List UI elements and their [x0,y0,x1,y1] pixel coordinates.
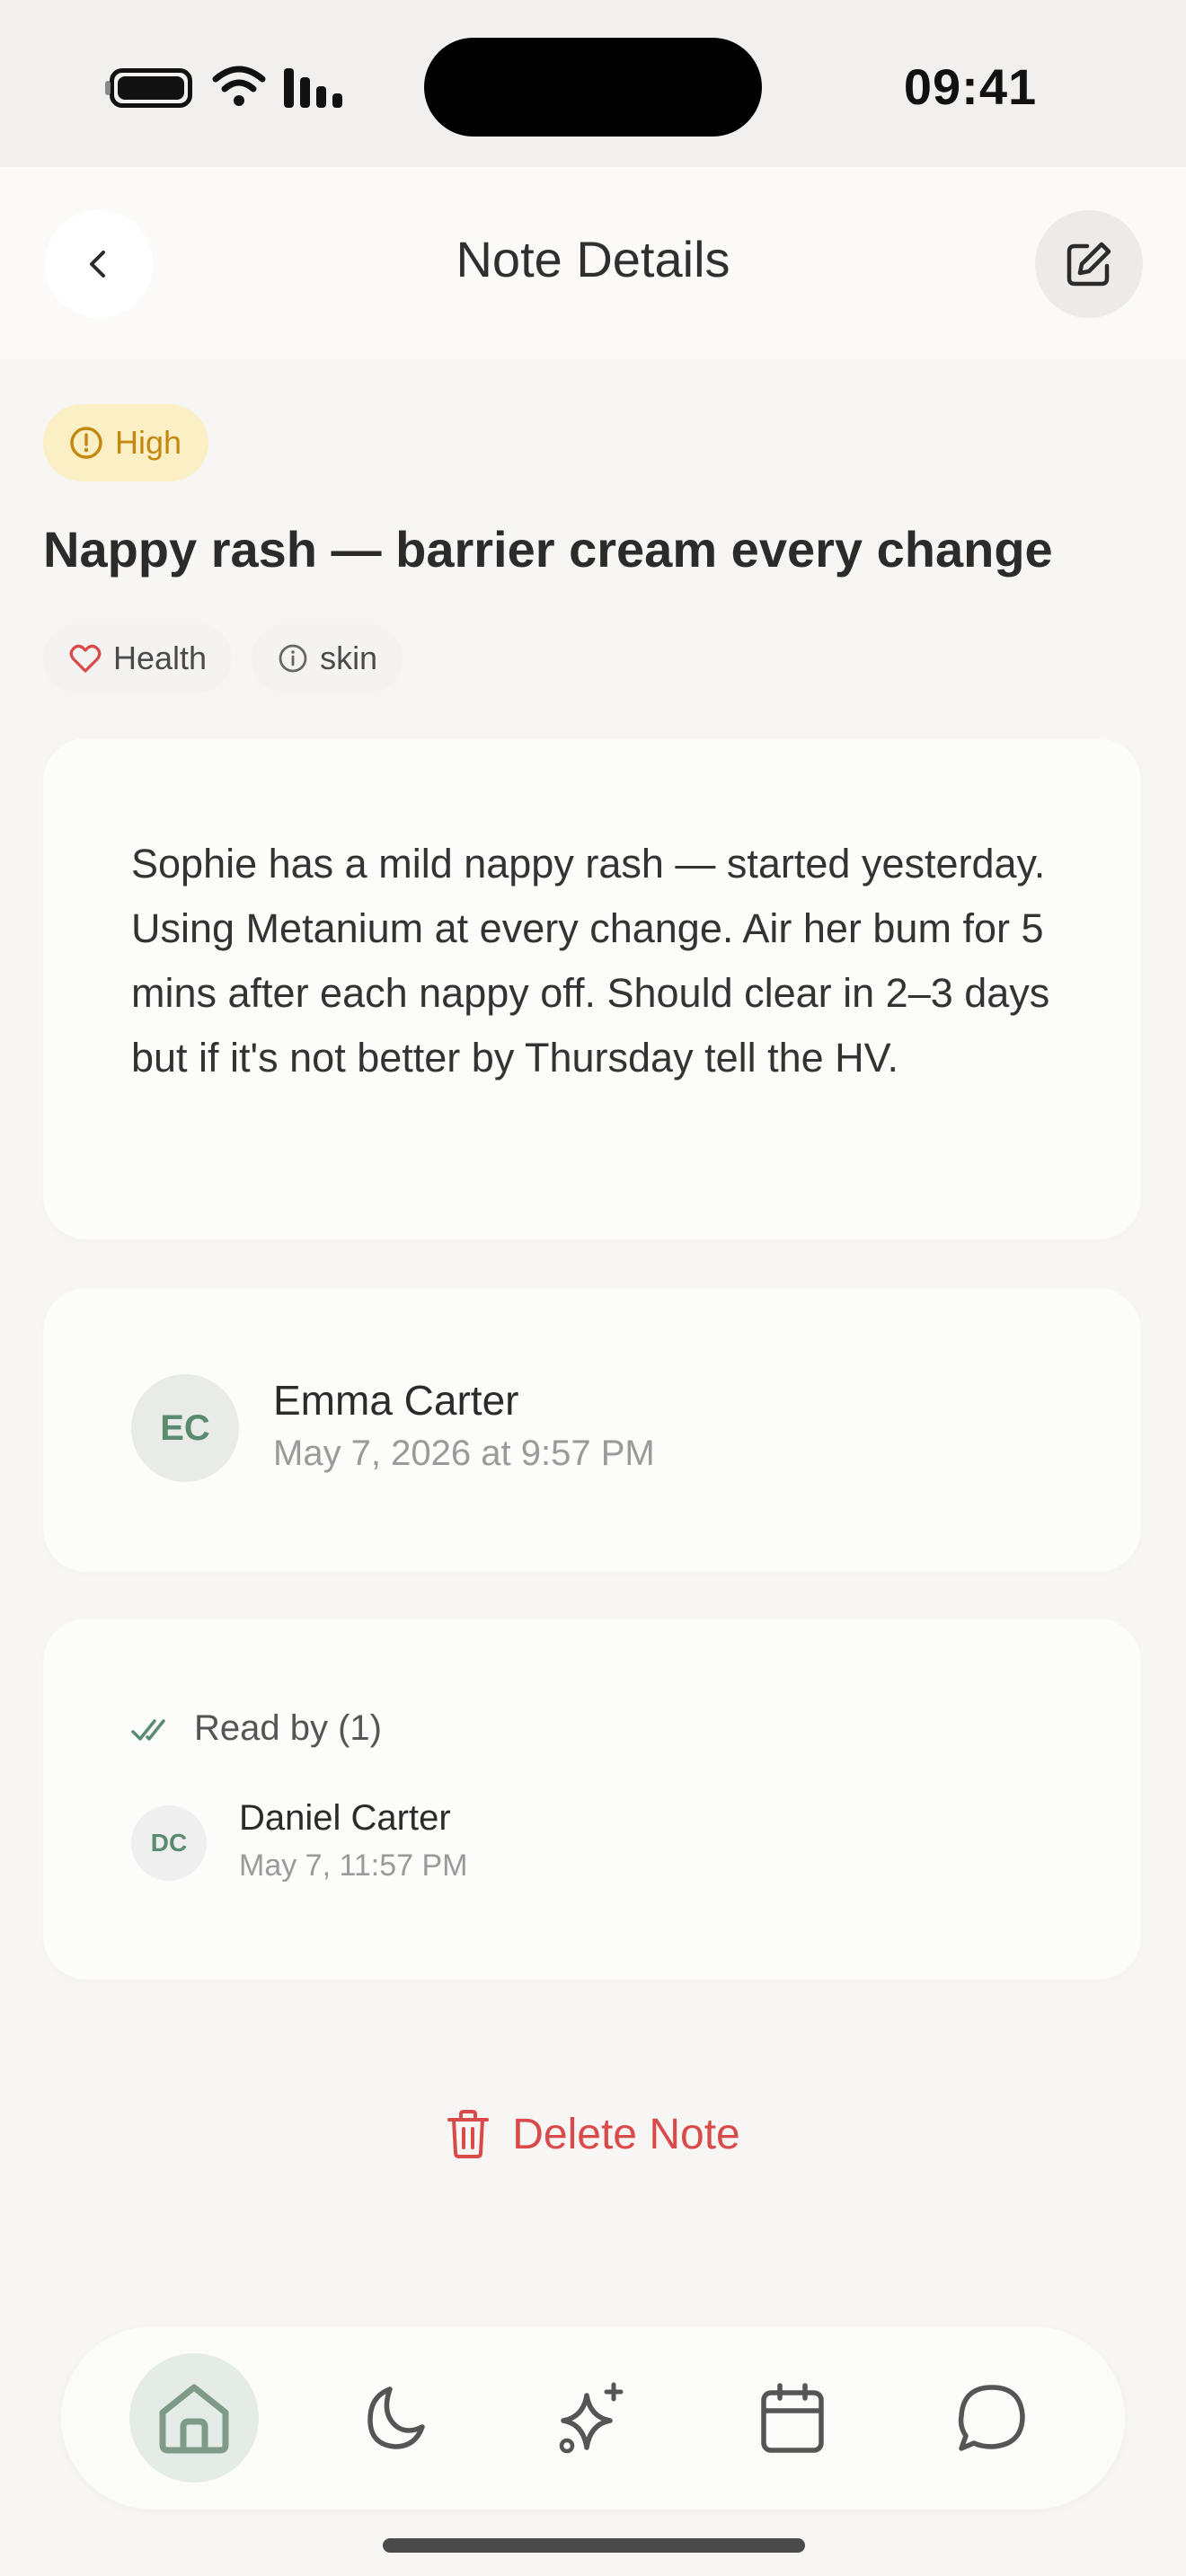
read-by-label: Read by (1) [194,1708,382,1748]
delete-label: Delete Note [512,2110,740,2158]
note-body-card: Sophie has a mild nappy rash — started y… [43,738,1141,1239]
author-avatar: EC [131,1374,239,1482]
priority-badge: High [43,404,209,481]
reader-name: Daniel Carter [239,1798,451,1838]
delete-note-button[interactable]: Delete Note [0,2109,1186,2159]
wifi-icon [212,66,266,106]
moon-icon [367,2386,425,2449]
battery-tip [105,81,111,95]
read-by-header: Read by (1) [131,1708,382,1749]
tag-list: Health skin [43,623,403,693]
status-time: 09:41 [903,58,1038,115]
trash-icon [447,2110,490,2158]
battery-icon [110,68,192,108]
read-by-card: Read by (1) DC Daniel Carter May 7, 11:5… [43,1619,1141,1980]
navigation-header: Note Details [0,167,1186,359]
dynamic-island [424,38,762,137]
signal-icon [284,68,342,108]
heart-icon [69,644,102,673]
author-date: May 7, 2026 at 9:57 PM [273,1434,655,1473]
edit-icon [1067,242,1111,287]
note-title: Nappy rash — barrier cream every change [43,521,1053,578]
status-bar: 09:41 [0,0,1186,167]
double-check-icon [131,1718,165,1741]
sparkles-icon [559,2382,624,2454]
tab-messages[interactable] [927,2353,1057,2483]
calendar-icon [761,2383,824,2453]
tab-home[interactable] [129,2353,259,2483]
tag-label: skin [320,640,378,676]
reader-avatar: DC [131,1805,207,1881]
tag-health: Health [43,623,233,693]
chat-icon [958,2385,1025,2451]
home-indicator[interactable] [383,2538,805,2553]
author-card: EC Emma Carter May 7, 2026 at 9:57 PM [43,1288,1141,1572]
priority-label: High [115,424,182,461]
edit-button[interactable] [1035,210,1143,318]
tab-calendar[interactable] [728,2353,857,2483]
screen: 09:41 Note Details High Nappy rash — bar… [0,0,1186,2576]
tab-insights[interactable] [528,2353,658,2483]
author-name: Emma Carter [273,1377,519,1424]
tag-skin: skin [252,623,403,693]
tag-label: Health [113,640,208,676]
note-body: Sophie has a mild nappy rash — started y… [131,841,1050,1081]
info-icon [279,644,307,673]
page-title: Note Details [456,231,730,287]
tab-bar [61,2326,1125,2510]
alert-circle-icon [70,427,102,459]
reader-time: May 7, 11:57 PM [239,1848,468,1883]
tab-sleep[interactable] [329,2353,458,2483]
home-icon [159,2384,229,2454]
